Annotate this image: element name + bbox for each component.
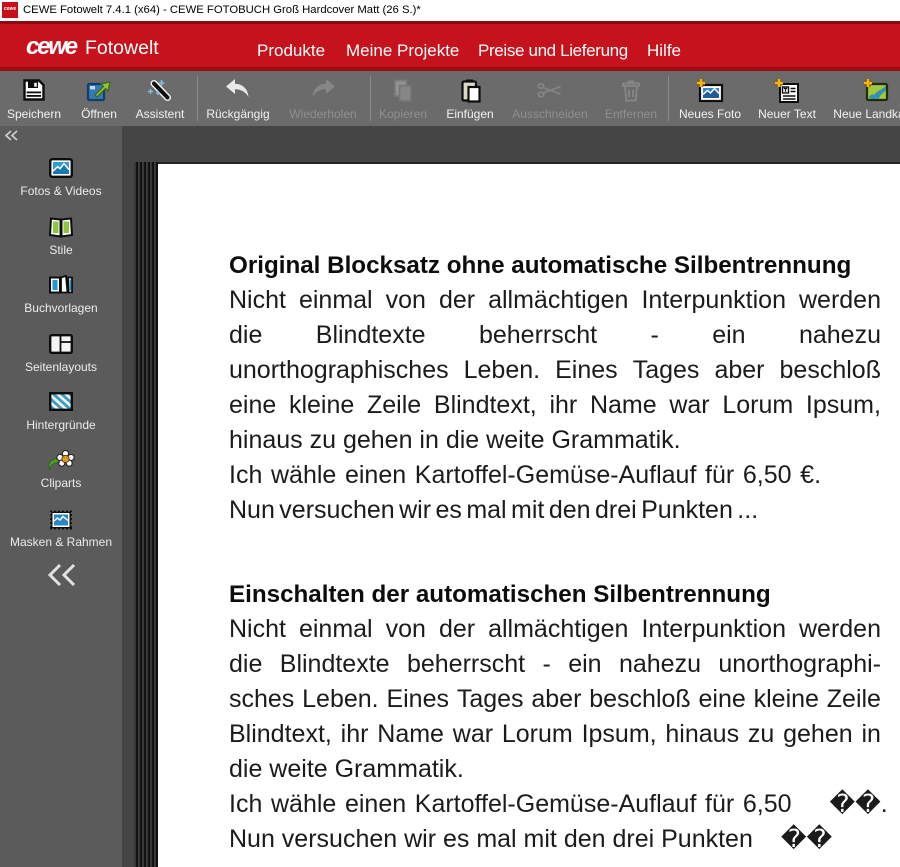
svg-text:cewe: cewe	[26, 33, 78, 60]
